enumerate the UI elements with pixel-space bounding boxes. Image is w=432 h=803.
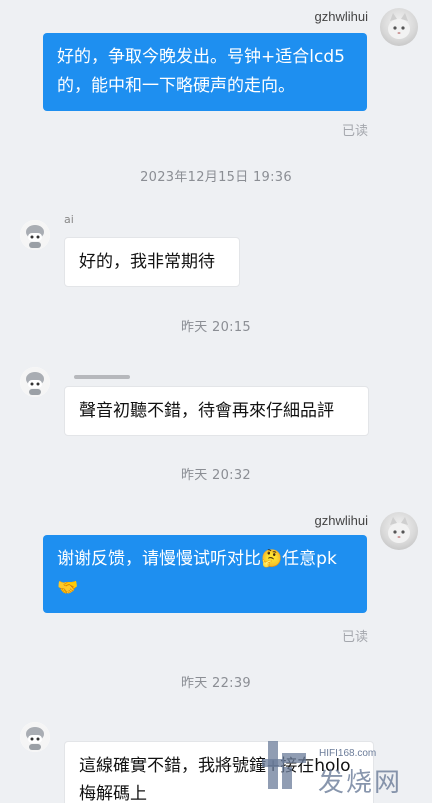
sender-name: gzhwlihui <box>314 513 368 528</box>
robot-avatar-icon[interactable] <box>20 220 50 250</box>
watermark-logo <box>262 737 312 793</box>
blurred-sender-name <box>74 375 130 379</box>
cat-avatar-icon[interactable] <box>380 8 418 46</box>
watermark-name: 发烧网 <box>318 768 403 798</box>
message-bubble-incoming[interactable]: 聲音初聽不錯，待會再來仔細品評 <box>64 386 369 436</box>
message-bubble-incoming[interactable]: 好的，我非常期待 <box>64 237 240 287</box>
timestamp: 昨天 20:15 <box>181 320 251 335</box>
read-status: 已读 <box>342 630 369 645</box>
robot-avatar-icon[interactable] <box>20 722 50 752</box>
timestamp: 昨天 20:32 <box>181 468 251 483</box>
sender-name: gzhwlihui <box>314 9 368 24</box>
message-bubble-outgoing[interactable]: 好的，争取今晚发出。号钟+适合lcd5的，能中和一下略硬声的走向。 <box>43 33 367 111</box>
message-bubble-outgoing[interactable]: 谢谢反馈，请慢慢试听对比🤔任意pk🤝 <box>43 535 367 613</box>
sender-name: ai <box>64 213 74 226</box>
timestamp: 昨天 22:39 <box>181 676 251 691</box>
watermark-url: HIFI168.com <box>319 748 377 759</box>
cat-avatar-icon[interactable] <box>380 512 418 550</box>
robot-avatar-icon[interactable] <box>20 367 50 397</box>
read-status: 已读 <box>342 124 369 139</box>
timestamp: 2023年12月15日 19:36 <box>140 170 292 185</box>
